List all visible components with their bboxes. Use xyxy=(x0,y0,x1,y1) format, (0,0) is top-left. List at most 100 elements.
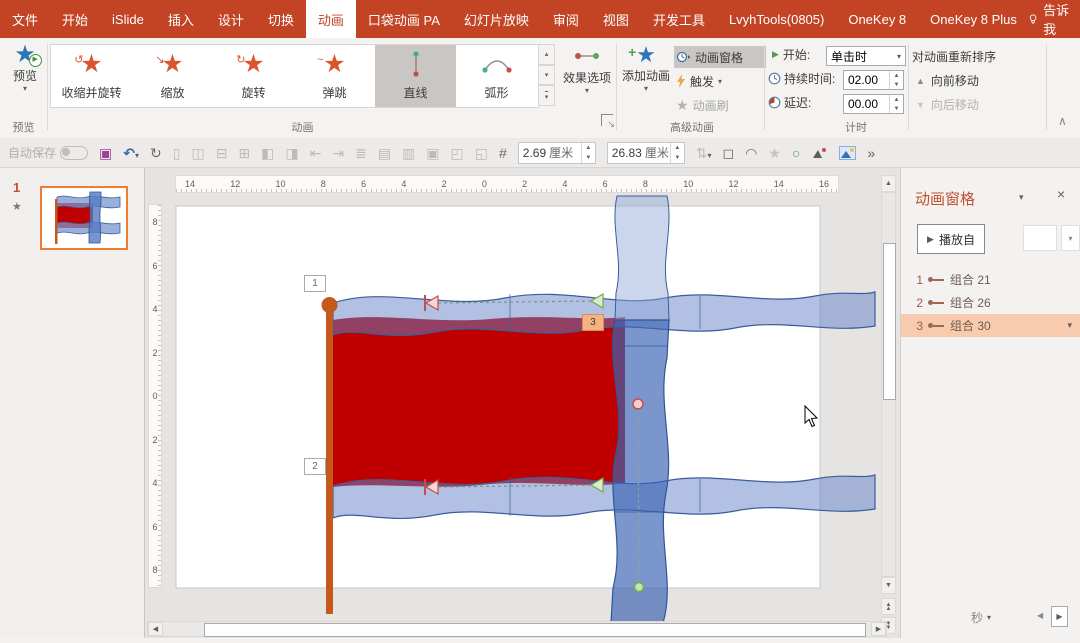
animation-tag-1[interactable]: 1 xyxy=(304,275,326,292)
duration-spinner[interactable]: 02.00 xyxy=(843,70,904,90)
ribbon-vertical[interactable] xyxy=(611,320,669,623)
distribute-vertical-button[interactable] xyxy=(355,145,367,161)
pane-dropdown-icon[interactable]: ▾ xyxy=(1019,192,1024,203)
picture-placeholder-button[interactable] xyxy=(811,146,828,160)
distribute-horizontal-button[interactable] xyxy=(238,145,250,161)
menu-tab[interactable]: 口袋动画 PA xyxy=(356,0,452,38)
gallery-more-button[interactable] xyxy=(538,85,555,106)
move-later-button[interactable]: ▼ 向后移动 xyxy=(916,96,979,113)
play-from-button[interactable]: ▶ 播放自 xyxy=(917,224,985,254)
freeform-shape-button[interactable] xyxy=(745,145,757,161)
menu-tab[interactable]: 幻灯片放映 xyxy=(452,0,541,38)
gallery-item-arc-path[interactable]: 弧形 xyxy=(456,45,537,107)
flagpole-shape[interactable] xyxy=(326,306,333,614)
scroll-right-button[interactable]: ▶ xyxy=(871,622,886,636)
collapse-ribbon-icon[interactable]: ∧ xyxy=(1058,114,1067,128)
align-center-horizontal-button[interactable] xyxy=(191,145,204,161)
select-objects-button[interactable] xyxy=(723,145,735,161)
menu-tab[interactable]: iSlide xyxy=(100,0,156,38)
animation-list-item[interactable]: 2 组合 26 xyxy=(901,291,1080,314)
pane-toolbar-button[interactable] xyxy=(1023,225,1057,251)
width-up-icon[interactable] xyxy=(671,143,684,153)
menu-tab[interactable]: 开发工具 xyxy=(641,0,717,38)
menu-tab[interactable]: 切换 xyxy=(256,0,306,38)
menu-tab[interactable]: 设计 xyxy=(206,0,256,38)
more-commands-button[interactable] xyxy=(867,145,875,161)
slide-1-thumbnail[interactable] xyxy=(40,186,128,250)
ribbon-vertical-ghost[interactable] xyxy=(615,196,669,320)
copy-object-button[interactable] xyxy=(475,145,488,161)
menu-tab[interactable]: 开始 xyxy=(50,0,100,38)
menu-tab[interactable]: OneKey 8 Plus xyxy=(918,0,1029,38)
motion-path-3-start-dot[interactable] xyxy=(633,399,643,409)
gallery-item-zoom[interactable]: ↘ 缩放 xyxy=(132,45,213,107)
swap-position-button[interactable] xyxy=(402,145,415,161)
animation-list-item[interactable]: 1 组合 21 xyxy=(901,268,1080,291)
delay-up-icon[interactable] xyxy=(890,95,903,104)
shape-width-field[interactable]: 26.83厘米 xyxy=(607,142,685,164)
vertical-scrollbar[interactable]: ▲ ▼ xyxy=(881,175,896,637)
height-up-icon[interactable] xyxy=(582,143,595,153)
menu-tab[interactable]: OneKey 8 xyxy=(836,0,918,38)
animation-dialog-launcher[interactable] xyxy=(601,114,613,126)
undo-button[interactable]: ▾ xyxy=(123,145,139,161)
scroll-down-button[interactable]: ▼ xyxy=(881,577,896,594)
align-right-button[interactable] xyxy=(285,145,298,161)
red-flag-shape[interactable] xyxy=(333,317,625,487)
star-shape-button[interactable] xyxy=(768,145,781,161)
width-down-icon[interactable] xyxy=(671,153,684,163)
animation-list-item[interactable]: 3 组合 30 xyxy=(901,314,1080,337)
effect-options-button[interactable]: 效果选项 ▾ xyxy=(560,43,614,95)
gallery-item-bounce[interactable]: ~ 弹跳 xyxy=(294,45,375,107)
preview-dropdown-icon[interactable]: ▾ xyxy=(23,84,27,93)
add-animation-dropdown-icon[interactable]: ▾ xyxy=(644,84,648,93)
animation-painter-button[interactable]: 动画刷 xyxy=(674,94,766,116)
animation-indicator-star-icon[interactable] xyxy=(12,200,22,213)
grid-settings-button[interactable] xyxy=(499,145,507,161)
timeline-scroll-right-icon[interactable] xyxy=(1051,606,1068,627)
redo-button[interactable] xyxy=(150,145,162,161)
timeline-scroll-left-icon[interactable] xyxy=(1037,611,1043,620)
delay-spinner[interactable]: 00.00 xyxy=(843,94,904,114)
animation-tag-2[interactable]: 2 xyxy=(304,458,326,475)
gallery-item-spin[interactable]: ↻ 旋转 xyxy=(213,45,294,107)
pane-close-icon[interactable]: × xyxy=(1057,186,1065,202)
preview-button[interactable]: 预览 ▾ xyxy=(4,43,46,93)
tell-me-button[interactable]: 告诉我 xyxy=(1029,0,1070,38)
gallery-item-shrink-turn[interactable]: ↺ 收缩并旋转 xyxy=(51,45,132,107)
menu-tab[interactable]: 文件 xyxy=(0,0,50,38)
item-dropdown-icon[interactable] xyxy=(1067,320,1072,331)
align-bottom-button[interactable] xyxy=(332,145,344,161)
vertical-scroll-track[interactable] xyxy=(881,192,896,577)
oval-shape-button[interactable] xyxy=(792,145,800,161)
align-middle-vertical-button[interactable] xyxy=(216,145,228,161)
gallery-item-line-path[interactable]: 直线 xyxy=(375,45,456,107)
menu-tab[interactable]: 审阅 xyxy=(541,0,591,38)
horizontal-scrollbar[interactable]: ◀ ▶ xyxy=(147,621,887,637)
shape-height-field[interactable]: 2.69厘米 xyxy=(518,142,596,164)
pane-toolbar-dropdown[interactable]: ▾ xyxy=(1061,225,1080,251)
format-painter-button[interactable] xyxy=(173,145,181,161)
undo-dropdown-icon[interactable]: ▾ xyxy=(135,151,139,160)
scroll-up-button[interactable]: ▲ xyxy=(881,175,896,192)
swap-size-button[interactable] xyxy=(378,145,391,161)
duration-down-icon[interactable] xyxy=(890,80,903,89)
start-combobox[interactable]: 单击时 ▾ xyxy=(826,46,906,66)
height-down-icon[interactable] xyxy=(582,153,595,163)
trigger-dropdown-icon[interactable]: ▾ xyxy=(718,77,722,86)
seconds-dropdown[interactable]: 秒 ▾ xyxy=(971,609,991,626)
add-animation-button[interactable]: + 添加动画 ▾ xyxy=(620,43,672,93)
menu-tab[interactable]: 视图 xyxy=(591,0,641,38)
trigger-button[interactable]: 触发 ▾ xyxy=(674,70,766,92)
motion-path-3-end-dot[interactable] xyxy=(635,583,644,592)
align-left-button[interactable] xyxy=(261,145,274,161)
send-backward-button[interactable] xyxy=(451,145,464,161)
bring-forward-button[interactable] xyxy=(426,145,439,161)
autosave-toggle[interactable]: 自动保存 xyxy=(8,144,88,161)
animation-pane-button[interactable]: 动画窗格 xyxy=(674,46,766,68)
gallery-scroll-down[interactable] xyxy=(538,65,555,86)
save-button[interactable] xyxy=(99,145,112,161)
menu-tab[interactable]: LvyhTools(0805) xyxy=(717,0,836,38)
animation-tag-3[interactable]: 3 xyxy=(582,314,604,331)
horizontal-scroll-thumb[interactable] xyxy=(204,623,866,637)
